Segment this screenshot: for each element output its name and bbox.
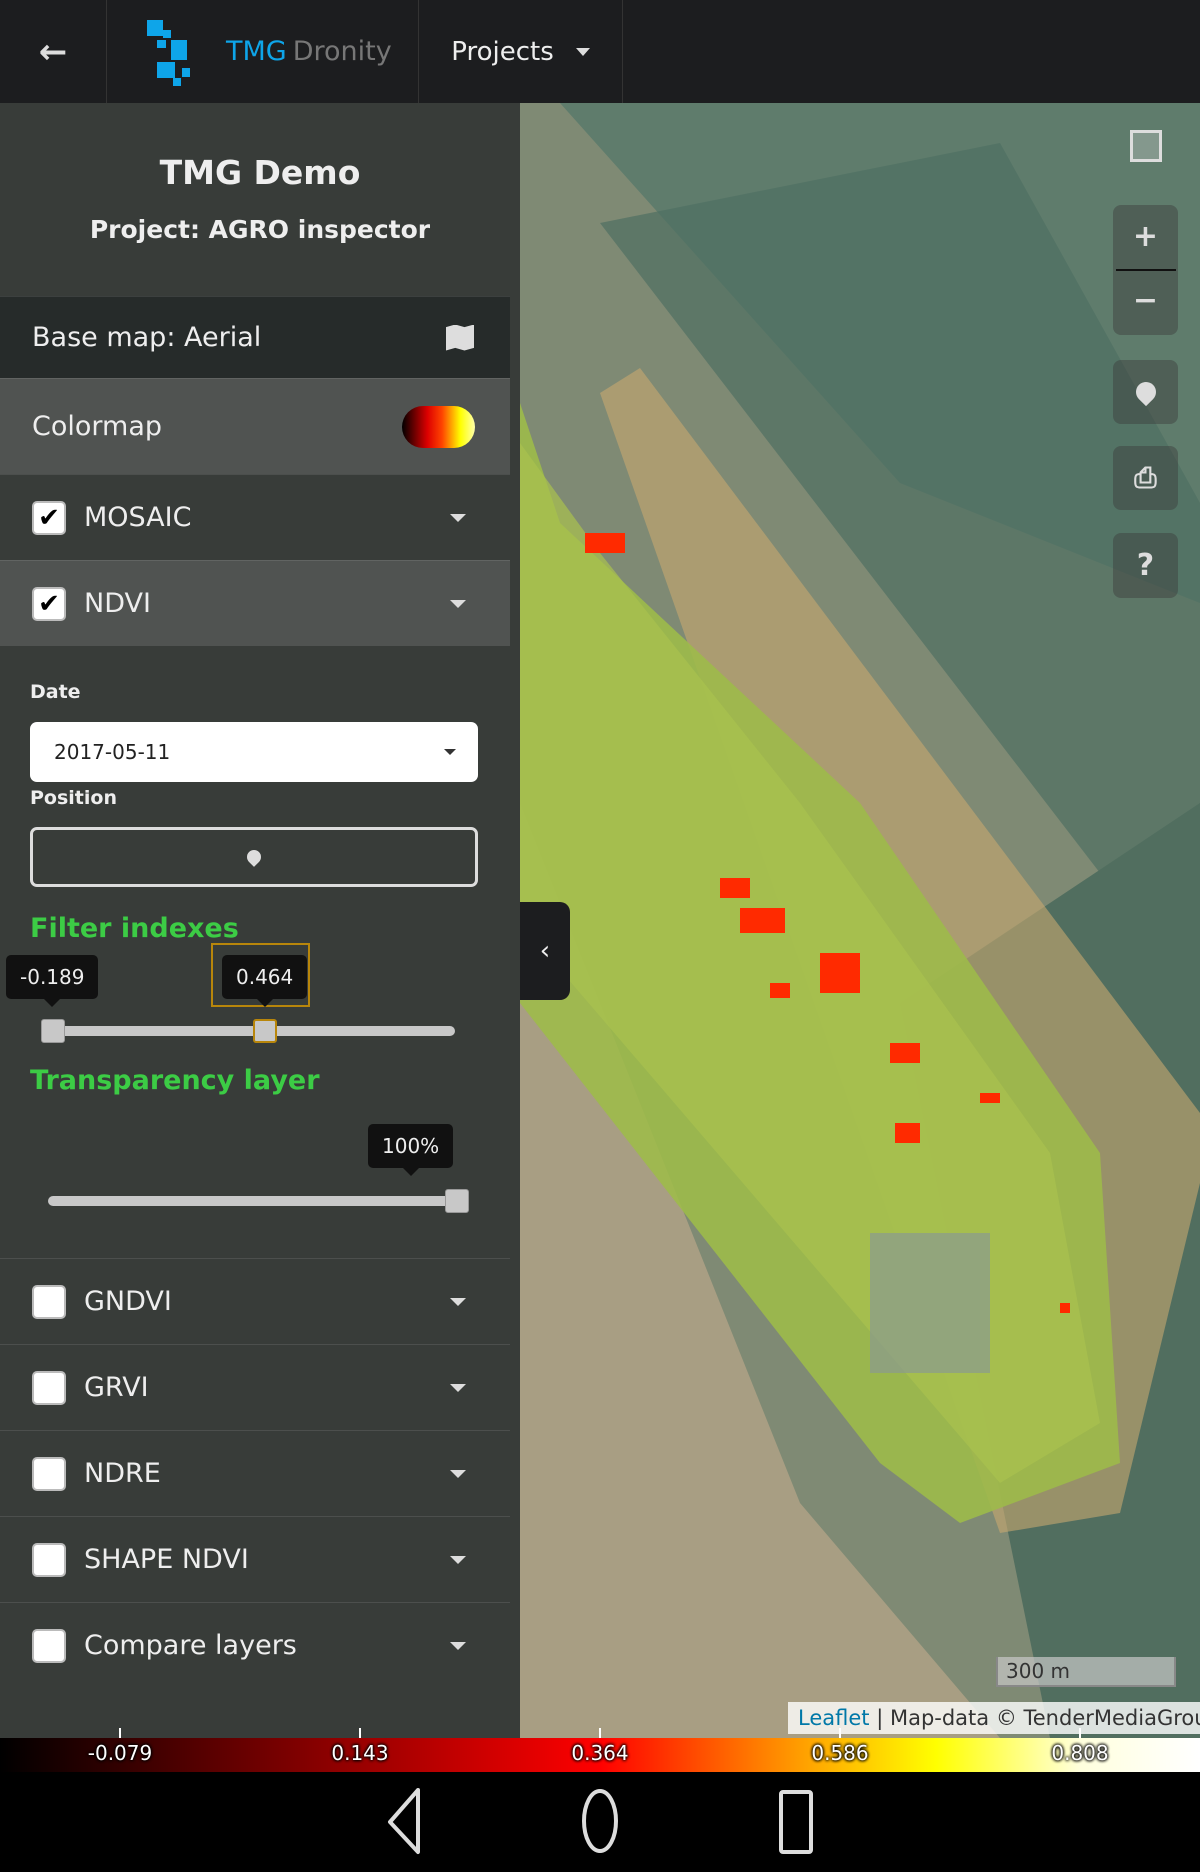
- attribution-text: | Map-data © TenderMediaGroup: [876, 1706, 1200, 1730]
- layer-label: Compare layers: [84, 1630, 297, 1661]
- layer-ndvi[interactable]: ✔ NDVI: [0, 560, 510, 646]
- date-select[interactable]: 2017-05-11: [30, 722, 478, 782]
- attribution: Leaflet | Map-data © TenderMediaGroup: [788, 1702, 1200, 1734]
- layer-gndvi[interactable]: GNDVI: [0, 1258, 510, 1344]
- colorbar-legend: -0.079 0.143 0.364 0.586 0.808: [0, 1728, 1200, 1772]
- mosaic-checkbox[interactable]: ✔: [32, 500, 66, 535]
- date-value: 2017-05-11: [54, 740, 171, 764]
- gndvi-checkbox[interactable]: [32, 1284, 66, 1319]
- android-nav-bar: [0, 1772, 1200, 1868]
- question-icon: ?: [1136, 548, 1155, 583]
- zoom-out-button[interactable]: −: [1133, 271, 1158, 335]
- print-button[interactable]: ⎙: [1113, 446, 1178, 510]
- filter-indexes-heading: Filter indexes: [30, 913, 239, 944]
- ndvi-checkbox[interactable]: ✔: [32, 586, 66, 621]
- transparency-handle[interactable]: [445, 1189, 469, 1213]
- scale-label: 300 m: [1006, 1659, 1071, 1683]
- chevron-down-icon[interactable]: [450, 1641, 466, 1650]
- filter-min-tooltip: -0.189: [6, 955, 99, 1007]
- colorbar-label: 0.808: [1051, 1741, 1109, 1765]
- layer-label: MOSAIC: [84, 502, 192, 533]
- nav-recents-icon[interactable]: [779, 1790, 813, 1854]
- layer-label: GNDVI: [84, 1286, 172, 1317]
- project-name: Project: AGRO inspector: [89, 215, 431, 244]
- sidebar: TMG Demo Project: AGRO inspector Base ma…: [0, 103, 520, 1738]
- colorbar-label: 0.143: [331, 1741, 389, 1765]
- caret-down-icon: [575, 47, 590, 56]
- brand-dronity: Dronity: [292, 36, 392, 67]
- colorbar-tick: [119, 1728, 121, 1738]
- caret-down-icon: [444, 749, 456, 755]
- projects-label: Projects: [451, 36, 554, 67]
- colorbar-label: 0.364: [571, 1741, 629, 1765]
- map-pin-icon: [1131, 377, 1160, 407]
- colorbar-tick: [839, 1728, 841, 1738]
- ndre-checkbox[interactable]: [32, 1456, 66, 1491]
- basemap-selector[interactable]: Base map: Aerial: [0, 296, 510, 378]
- ruler-icon: [1129, 130, 1162, 162]
- colorbar-tick: [599, 1728, 601, 1738]
- back-arrow-icon: ←: [38, 31, 68, 72]
- layer-compare[interactable]: Compare layers: [0, 1602, 510, 1688]
- transparency-heading: Transparency layer: [30, 1065, 320, 1096]
- leaflet-link[interactable]: Leaflet: [798, 1706, 870, 1730]
- layer-label: GRVI: [84, 1372, 149, 1403]
- brand-logo[interactable]: TMG Dronity: [107, 0, 419, 103]
- nav-home-icon[interactable]: [582, 1789, 618, 1853]
- colormap-swatch[interactable]: [402, 405, 475, 448]
- transparency-slider-track[interactable]: [48, 1196, 463, 1206]
- layer-ndre[interactable]: NDRE: [0, 1430, 510, 1516]
- colormap-row[interactable]: Colormap: [0, 378, 510, 474]
- locate-button[interactable]: [1113, 360, 1178, 424]
- position-button[interactable]: [30, 827, 478, 887]
- logo-icon: [147, 19, 190, 86]
- layer-grvi[interactable]: GRVI: [0, 1344, 510, 1430]
- help-button[interactable]: ?: [1113, 533, 1178, 598]
- scale-bar: 300 m: [996, 1657, 1176, 1687]
- transparency-tooltip: 100%: [368, 1124, 454, 1176]
- date-label: Date: [30, 681, 81, 703]
- filter-min-handle[interactable]: [41, 1019, 65, 1043]
- layer-label: SHAPE NDVI: [84, 1544, 249, 1575]
- shape-ndvi-checkbox[interactable]: [32, 1542, 66, 1577]
- map-icon: [446, 324, 474, 351]
- printer-icon: ⎙: [1134, 461, 1157, 494]
- chevron-down-icon[interactable]: [450, 599, 466, 608]
- chevron-down-icon[interactable]: [450, 1383, 466, 1392]
- position-label: Position: [30, 787, 117, 809]
- chevron-down-icon[interactable]: [450, 1555, 466, 1564]
- nav-back-icon[interactable]: [388, 1788, 420, 1854]
- layer-mosaic[interactable]: ✔ MOSAIC: [0, 474, 510, 560]
- colorbar-label: 0.586: [811, 1741, 869, 1765]
- colormap-label: Colormap: [32, 411, 163, 442]
- grvi-checkbox[interactable]: [32, 1370, 66, 1405]
- filter-slider-track[interactable]: [48, 1026, 455, 1036]
- chevron-left-icon: ‹: [539, 936, 551, 966]
- top-header: ← TMG Dronity Projects: [0, 0, 1200, 103]
- measure-button[interactable]: [1113, 120, 1178, 172]
- chevron-down-icon[interactable]: [450, 1297, 466, 1306]
- filter-max-handle[interactable]: [253, 1019, 277, 1043]
- sidebar-title: TMG Demo: [159, 153, 361, 192]
- colorbar-label: -0.079: [87, 1741, 153, 1765]
- compare-checkbox[interactable]: [32, 1628, 66, 1663]
- map-pin-icon: [244, 847, 264, 867]
- chevron-down-icon[interactable]: [450, 513, 466, 522]
- projects-menu[interactable]: Projects: [419, 0, 623, 103]
- layer-label: NDRE: [84, 1458, 161, 1489]
- colorbar-tick: [1079, 1728, 1081, 1738]
- layer-label: NDVI: [84, 588, 151, 619]
- brand-tmg: TMG: [226, 36, 287, 67]
- back-button[interactable]: ←: [0, 0, 107, 103]
- chevron-down-icon[interactable]: [450, 1469, 466, 1478]
- filter-max-tooltip: 0.464: [222, 955, 308, 1007]
- layer-shape-ndvi[interactable]: SHAPE NDVI: [0, 1516, 510, 1602]
- collapse-sidebar-button[interactable]: ‹: [520, 902, 570, 1000]
- basemap-label: Base map: Aerial: [32, 322, 262, 353]
- zoom-in-button[interactable]: +: [1133, 205, 1158, 269]
- colorbar-tick: [359, 1728, 361, 1738]
- zoom-control: + −: [1113, 205, 1178, 335]
